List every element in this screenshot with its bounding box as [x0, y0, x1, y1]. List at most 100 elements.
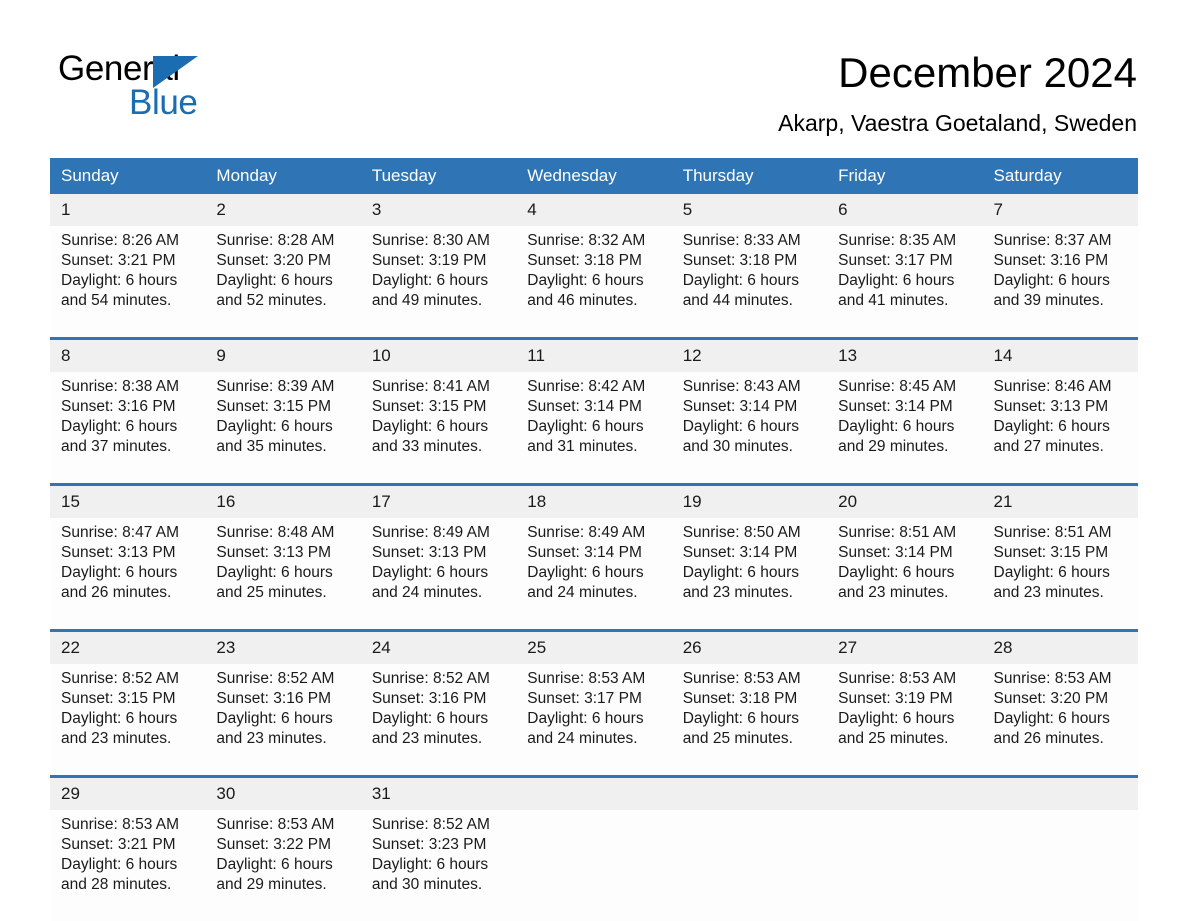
sunset-text: Sunset: 3:18 PM — [527, 252, 642, 269]
empty-day-number — [671, 775, 828, 810]
week-4-daynum-row: 22 23 24 25 26 27 28 — [50, 629, 1138, 664]
day-number[interactable]: 25 — [516, 629, 672, 664]
sunrise-text: Sunrise: 8:41 AM — [371, 378, 490, 395]
day-number[interactable]: 6 — [827, 194, 983, 226]
day-number[interactable]: 24 — [360, 629, 517, 664]
day-number[interactable]: 15 — [50, 483, 206, 518]
sunset-text: Sunset: 3:20 PM — [216, 252, 332, 269]
day-cell[interactable]: Sunrise: 8:50 AM Sunset: 3:14 PM Dayligh… — [671, 518, 828, 631]
daylight-text-2: and 31 minutes. — [527, 438, 638, 455]
day-number[interactable]: 28 — [982, 629, 1138, 664]
day-number[interactable]: 1 — [50, 194, 206, 226]
day-cell[interactable]: Sunrise: 8:26 AM Sunset: 3:21 PM Dayligh… — [50, 226, 206, 339]
general-blue-logo[interactable]: General Blue — [58, 50, 288, 122]
daylight-text-2: and 25 minutes. — [682, 730, 793, 747]
day-cell[interactable]: Sunrise: 8:41 AM Sunset: 3:15 PM Dayligh… — [360, 372, 517, 485]
sunset-text: Sunset: 3:17 PM — [838, 252, 953, 269]
sunset-text: Sunset: 3:14 PM — [527, 398, 642, 415]
day-number[interactable]: 12 — [671, 337, 828, 372]
day-number[interactable]: 11 — [516, 337, 672, 372]
daylight-text-2: and 23 minutes. — [993, 584, 1104, 601]
day-cell[interactable]: Sunrise: 8:43 AM Sunset: 3:14 PM Dayligh… — [671, 372, 828, 485]
day-cell[interactable]: Sunrise: 8:53 AM Sunset: 3:17 PM Dayligh… — [516, 664, 672, 777]
sunrise-text: Sunrise: 8:45 AM — [838, 378, 957, 395]
day-cell[interactable]: Sunrise: 8:37 AM Sunset: 3:16 PM Dayligh… — [982, 226, 1138, 339]
day-number[interactable]: 14 — [982, 337, 1138, 372]
day-cell[interactable]: Sunrise: 8:45 AM Sunset: 3:14 PM Dayligh… — [827, 372, 983, 485]
sunrise-text: Sunrise: 8:47 AM — [61, 524, 180, 541]
empty-day-number — [827, 775, 983, 810]
day-number[interactable]: 13 — [827, 337, 983, 372]
day-number[interactable]: 31 — [360, 775, 517, 810]
week-4-detail-row: Sunrise: 8:52 AM Sunset: 3:15 PM Dayligh… — [50, 664, 1138, 777]
day-cell[interactable]: Sunrise: 8:33 AM Sunset: 3:18 PM Dayligh… — [671, 226, 828, 339]
sunset-text: Sunset: 3:21 PM — [61, 252, 176, 269]
daylight-text: Daylight: 6 hours — [61, 564, 178, 581]
day-number[interactable]: 3 — [360, 194, 517, 226]
calendar-weekday-header: Sunday Monday Tuesday Wednesday Thursday… — [50, 158, 1138, 194]
sunset-text: Sunset: 3:13 PM — [371, 544, 487, 561]
day-cell[interactable]: Sunrise: 8:28 AM Sunset: 3:20 PM Dayligh… — [205, 226, 361, 339]
sunset-text: Sunset: 3:16 PM — [371, 690, 487, 707]
day-cell[interactable]: Sunrise: 8:51 AM Sunset: 3:15 PM Dayligh… — [982, 518, 1138, 631]
day-number[interactable]: 30 — [205, 775, 361, 810]
sunset-text: Sunset: 3:18 PM — [682, 690, 798, 707]
day-cell[interactable]: Sunrise: 8:35 AM Sunset: 3:17 PM Dayligh… — [827, 226, 983, 339]
day-number[interactable]: 29 — [50, 775, 206, 810]
daylight-text-2: and 26 minutes. — [993, 730, 1104, 747]
day-cell[interactable]: Sunrise: 8:48 AM Sunset: 3:13 PM Dayligh… — [205, 518, 361, 631]
daylight-text-2: and 41 minutes. — [838, 292, 949, 309]
day-cell[interactable]: Sunrise: 8:53 AM Sunset: 3:18 PM Dayligh… — [671, 664, 828, 777]
day-number[interactable]: 20 — [827, 483, 983, 518]
sunrise-text: Sunrise: 8:52 AM — [61, 670, 180, 687]
day-number[interactable]: 2 — [205, 194, 361, 226]
day-number[interactable]: 9 — [205, 337, 361, 372]
sunset-text: Sunset: 3:14 PM — [527, 544, 642, 561]
empty-day-cell — [516, 810, 672, 921]
day-number[interactable]: 17 — [360, 483, 517, 518]
day-number[interactable]: 5 — [671, 194, 828, 226]
day-cell[interactable]: Sunrise: 8:49 AM Sunset: 3:13 PM Dayligh… — [360, 518, 517, 631]
sunrise-text: Sunrise: 8:52 AM — [216, 670, 335, 687]
day-number[interactable]: 16 — [205, 483, 361, 518]
day-number[interactable]: 19 — [671, 483, 828, 518]
day-number[interactable]: 18 — [516, 483, 672, 518]
day-cell[interactable]: Sunrise: 8:49 AM Sunset: 3:14 PM Dayligh… — [516, 518, 672, 631]
sunrise-text: Sunrise: 8:35 AM — [838, 232, 957, 249]
day-cell[interactable]: Sunrise: 8:38 AM Sunset: 3:16 PM Dayligh… — [50, 372, 206, 485]
day-cell[interactable]: Sunrise: 8:32 AM Sunset: 3:18 PM Dayligh… — [516, 226, 672, 339]
daylight-text-2: and 25 minutes. — [838, 730, 949, 747]
day-cell[interactable]: Sunrise: 8:52 AM Sunset: 3:15 PM Dayligh… — [50, 664, 206, 777]
weekday-header-monday: Monday — [205, 158, 361, 194]
day-number[interactable]: 23 — [205, 629, 361, 664]
day-cell[interactable]: Sunrise: 8:39 AM Sunset: 3:15 PM Dayligh… — [205, 372, 361, 485]
day-number[interactable]: 8 — [50, 337, 206, 372]
day-cell[interactable]: Sunrise: 8:42 AM Sunset: 3:14 PM Dayligh… — [516, 372, 672, 485]
day-cell[interactable]: Sunrise: 8:46 AM Sunset: 3:13 PM Dayligh… — [982, 372, 1138, 485]
daylight-text-2: and 49 minutes. — [371, 292, 483, 309]
day-cell[interactable]: Sunrise: 8:47 AM Sunset: 3:13 PM Dayligh… — [50, 518, 206, 631]
day-number[interactable]: 4 — [516, 194, 672, 226]
daylight-text-2: and 33 minutes. — [371, 438, 483, 455]
weekday-header-wednesday: Wednesday — [516, 158, 672, 194]
day-number[interactable]: 22 — [50, 629, 206, 664]
day-cell[interactable]: Sunrise: 8:53 AM Sunset: 3:20 PM Dayligh… — [982, 664, 1138, 777]
sunset-text: Sunset: 3:16 PM — [216, 690, 332, 707]
sunrise-text: Sunrise: 8:33 AM — [682, 232, 801, 249]
day-number[interactable]: 10 — [360, 337, 517, 372]
daylight-text: Daylight: 6 hours — [371, 272, 489, 289]
sunset-text: Sunset: 3:14 PM — [838, 544, 953, 561]
daylight-text: Daylight: 6 hours — [216, 272, 333, 289]
day-cell[interactable]: Sunrise: 8:53 AM Sunset: 3:19 PM Dayligh… — [827, 664, 983, 777]
day-number[interactable]: 27 — [827, 629, 983, 664]
day-cell[interactable]: Sunrise: 8:53 AM Sunset: 3:22 PM Dayligh… — [205, 810, 361, 921]
day-cell[interactable]: Sunrise: 8:52 AM Sunset: 3:23 PM Dayligh… — [360, 810, 517, 921]
day-cell[interactable]: Sunrise: 8:51 AM Sunset: 3:14 PM Dayligh… — [827, 518, 983, 631]
day-cell[interactable]: Sunrise: 8:30 AM Sunset: 3:19 PM Dayligh… — [360, 226, 517, 339]
day-number[interactable]: 21 — [982, 483, 1138, 518]
day-number[interactable]: 7 — [982, 194, 1138, 226]
day-number[interactable]: 26 — [671, 629, 828, 664]
day-cell[interactable]: Sunrise: 8:52 AM Sunset: 3:16 PM Dayligh… — [360, 664, 517, 777]
day-cell[interactable]: Sunrise: 8:53 AM Sunset: 3:21 PM Dayligh… — [50, 810, 206, 921]
day-cell[interactable]: Sunrise: 8:52 AM Sunset: 3:16 PM Dayligh… — [205, 664, 361, 777]
